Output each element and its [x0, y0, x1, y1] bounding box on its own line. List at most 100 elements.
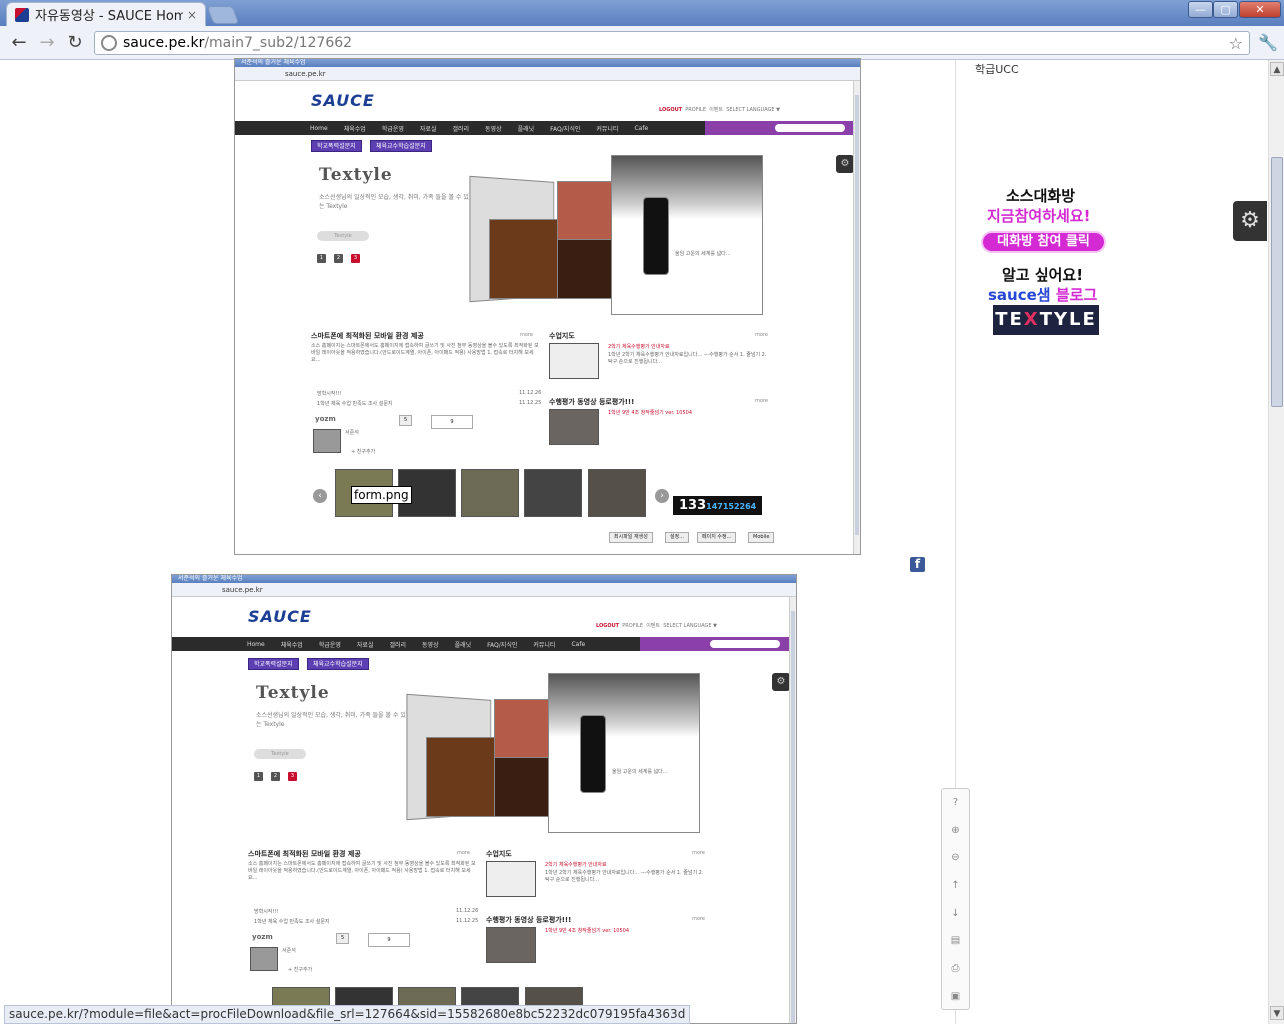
sec2-mobile-title[interactable]: 스마트폰에 최적화된 모바일 환경 제공	[248, 849, 361, 859]
sec2-mobile-more[interactable]: more	[457, 850, 470, 856]
event-link[interactable]: 이벤트	[709, 107, 723, 113]
sec-mobile-item-1[interactable]: 방학시작!!!	[317, 390, 341, 397]
menu-home[interactable]: Home	[310, 125, 328, 132]
sec2-guide-more[interactable]: more	[692, 850, 705, 856]
help-icon[interactable]: ?	[942, 789, 969, 817]
shot-gear-icon[interactable]: ⚙	[836, 155, 854, 173]
bookmark-star-icon[interactable]: ☆	[1229, 34, 1243, 53]
survey-button-a[interactable]: 학교폭력설문지	[311, 140, 362, 152]
survey-button-b[interactable]: 체육교수학습설문지	[370, 140, 432, 152]
sec2-guide-title[interactable]: 수업지도	[486, 849, 512, 859]
maximize-button[interactable]: ▢	[1213, 1, 1238, 18]
menu2-video[interactable]: 동영상	[422, 640, 439, 649]
menu-pe[interactable]: 체육수업	[344, 124, 366, 133]
menu-community[interactable]: 커뮤니티	[596, 124, 618, 133]
guide-thumb[interactable]	[549, 343, 599, 379]
minimize-button[interactable]: —	[1188, 1, 1213, 18]
hero-pill[interactable]: Textyle	[317, 231, 369, 241]
scrollbar-thumb[interactable]	[1271, 157, 1283, 407]
sec2-eval-title[interactable]: 수행평가 동영상 등로평가!!!	[486, 915, 571, 925]
zoom-out-icon[interactable]: ⊖	[942, 844, 969, 872]
sec-guide-title[interactable]: 수업지도	[549, 331, 575, 341]
ad-line-1[interactable]: 소스대화방	[1006, 185, 1075, 206]
wrench-menu-icon[interactable]: 🔧	[1258, 33, 1278, 52]
profile-link-2[interactable]: PROFILE	[622, 623, 643, 629]
site-search-input-2[interactable]	[710, 640, 780, 648]
save-icon[interactable]: ▣	[942, 983, 969, 1011]
guide2-thumb[interactable]	[486, 861, 536, 897]
sec2-mobile-item-1[interactable]: 방학시작!!!	[254, 908, 278, 915]
pager-1[interactable]: 1	[317, 254, 326, 263]
eval-thumb[interactable]	[549, 409, 599, 445]
address-bar[interactable]: sauce.pe.kr /main7_sub2/127662 ☆	[94, 31, 1250, 55]
sec-mobile-item-2[interactable]: 1학년 체육 수업 만족도 조사 설문지	[317, 400, 393, 407]
shot2-gear-icon[interactable]: ⚙	[772, 673, 790, 691]
menu-class[interactable]: 학급운영	[382, 124, 404, 133]
like-count[interactable]: 5	[399, 415, 413, 426]
menu2-gallery[interactable]: 갤러리	[389, 640, 406, 649]
blog-link[interactable]: sauce샘 블로그	[988, 284, 1097, 305]
logout-link[interactable]: LOGOUT	[659, 107, 682, 113]
friend2-add-button[interactable]: + 친구추가	[288, 966, 312, 973]
sec-eval-title[interactable]: 수행평가 동영상 등로평가!!!	[549, 397, 634, 407]
menu2-faq[interactable]: FAQ/지식인	[487, 640, 517, 649]
gallery-next-icon[interactable]: ›	[655, 489, 669, 503]
menu-data[interactable]: 자료실	[420, 124, 437, 133]
menu2-planet[interactable]: 플래닛	[455, 640, 472, 649]
pager2-1[interactable]: 1	[254, 772, 263, 781]
language-link-2[interactable]: SELECT LANGUAGE ▼	[663, 623, 717, 629]
settings-gear-icon[interactable]: ⚙	[1233, 201, 1267, 241]
hero2-pill[interactable]: Textyle	[254, 749, 306, 759]
category-label[interactable]: 학급UCC	[975, 61, 1019, 77]
close-window-button[interactable]: ✕	[1239, 1, 1281, 18]
facebook-icon[interactable]: f	[910, 557, 925, 572]
survey2-button-b[interactable]: 체육교수학습설문지	[307, 658, 369, 670]
scroll-down-icon[interactable]: ▼	[1270, 1006, 1284, 1020]
scroll-top-icon[interactable]: ↑	[942, 872, 969, 900]
page-scrollbar[interactable]: ▲ ▼	[1268, 60, 1284, 1024]
logout-link-2[interactable]: LOGOUT	[596, 623, 619, 629]
pager2-3[interactable]: 3	[288, 772, 297, 781]
tab-close-icon[interactable]: ×	[187, 8, 197, 22]
menu2-class[interactable]: 학급운영	[319, 640, 341, 649]
sec-eval-more[interactable]: more	[755, 398, 768, 404]
language-link[interactable]: SELECT LANGUAGE ▼	[726, 107, 780, 113]
print-icon[interactable]: ⎙	[942, 955, 969, 983]
ad-line-2[interactable]: 지금참여하세요!	[987, 205, 1090, 226]
site-search-input[interactable]	[775, 124, 845, 132]
like2-count[interactable]: 5	[336, 933, 350, 944]
gallery-thumb-4[interactable]	[524, 469, 582, 517]
menu-gallery[interactable]: 갤러리	[452, 124, 469, 133]
browser-tab[interactable]: 자유동영상 - SAUCE Hom ×	[6, 2, 206, 26]
comment-icon[interactable]: ▤	[942, 927, 969, 955]
pager-3[interactable]: 3	[351, 254, 360, 263]
menu2-community[interactable]: 커뮤니티	[533, 640, 555, 649]
friend-add-button[interactable]: + 친구추가	[351, 448, 375, 455]
zoom-in-icon[interactable]: ⊕	[942, 817, 969, 845]
bottom-btn-4[interactable]: Mobile	[748, 532, 775, 543]
event-link-2[interactable]: 이벤트	[646, 623, 660, 629]
menu-cafe[interactable]: Cafe	[634, 125, 648, 132]
menu2-data[interactable]: 자료실	[357, 640, 374, 649]
gallery-thumb-5[interactable]	[588, 469, 646, 517]
ad-line-3[interactable]: 알고 싶어요!	[1002, 264, 1083, 285]
gallery-thumb-3[interactable]	[461, 469, 519, 517]
menu2-pe[interactable]: 체육수업	[281, 640, 303, 649]
scroll-up-icon[interactable]: ▲	[1270, 62, 1284, 76]
menu-planet[interactable]: 플래닛	[518, 124, 535, 133]
bottom-btn-1[interactable]: 최시파일 재생성	[609, 532, 653, 543]
menu2-home[interactable]: Home	[247, 641, 265, 648]
profile-link[interactable]: PROFILE	[685, 107, 706, 113]
sec2-eval-more[interactable]: more	[692, 916, 705, 922]
gallery-prev-icon[interactable]: ‹	[313, 489, 327, 503]
guide2-red-title[interactable]: 2학기 체육수행평가 안내자료	[545, 861, 607, 868]
sec2-mobile-item-2[interactable]: 1학년 체육 수업 만족도 조사 설문지	[254, 918, 330, 925]
reload-button[interactable]: ↻	[64, 32, 86, 54]
eval-red-title[interactable]: 1학년 9반 4조 창작줄넘기 ver. 10504	[608, 409, 692, 416]
menu-faq[interactable]: FAQ/지식인	[550, 124, 580, 133]
bottom-btn-3[interactable]: 페이지 수정...	[697, 532, 737, 543]
textyle-banner[interactable]: TEXTYLE	[993, 305, 1099, 335]
eval2-thumb[interactable]	[486, 927, 536, 963]
chat-join-button[interactable]: 대화방 참여 클릭	[981, 231, 1106, 253]
bottom-btn-2[interactable]: 설정...	[665, 532, 689, 543]
